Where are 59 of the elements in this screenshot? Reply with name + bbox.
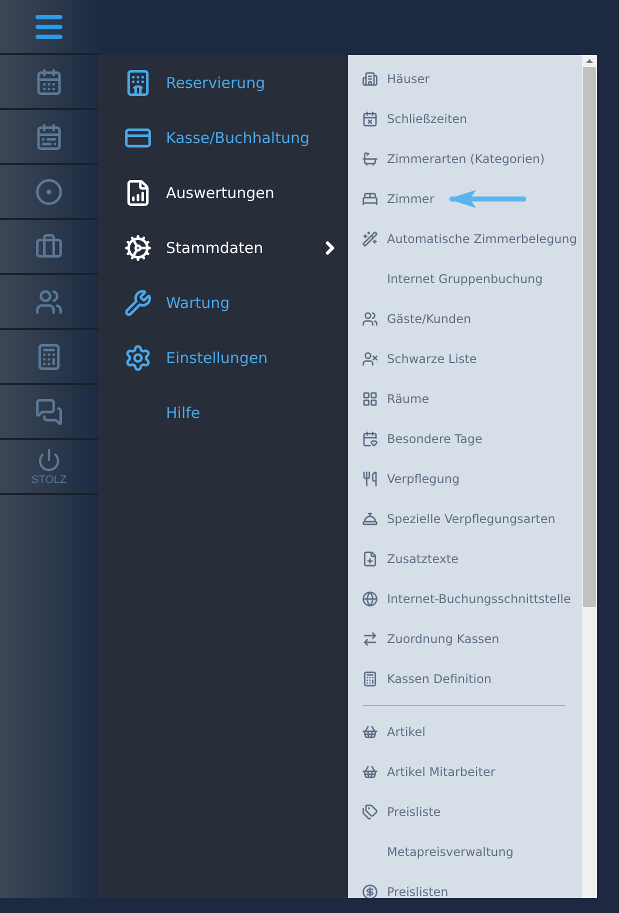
users-icon	[35, 288, 63, 316]
file-plus-icon	[362, 551, 378, 567]
submenu-item[interactable]: Internet Gruppenbuchung	[348, 259, 582, 299]
submenu-item[interactable]: Preislisten	[348, 872, 582, 898]
utensils-icon	[362, 471, 378, 487]
submenu-item[interactable]: Häuser	[348, 59, 582, 99]
submenu-item[interactable]: Artikel Mitarbeiter	[348, 752, 582, 792]
ring-icon	[35, 178, 63, 206]
money-icon	[362, 884, 378, 898]
basket-icon	[362, 724, 378, 740]
submenu-item[interactable]: Zimmerarten (Kategorien)	[348, 139, 582, 179]
submenu-item[interactable]: Artikel	[348, 712, 582, 752]
chat-icon	[35, 398, 63, 426]
wrench-icon	[124, 288, 152, 316]
user-icon	[362, 351, 378, 367]
submenu-item[interactable]: Zimmer	[348, 179, 582, 219]
user-label: STOLZ	[31, 474, 67, 486]
arrow-icon	[448, 190, 526, 208]
submenu-item[interactable]: Gäste/Kunden	[348, 299, 582, 339]
tag-icon	[362, 804, 378, 820]
menu-item[interactable]: Auswertungen	[98, 165, 348, 220]
gear-icon	[124, 234, 152, 262]
submenu-item[interactable]: Zuordnung Kassen	[348, 619, 582, 659]
submenu-item[interactable]: Spezielle Verpflegungsarten	[348, 499, 582, 539]
submenu-item[interactable]: Preisliste	[348, 792, 582, 832]
magic-wand-icon	[362, 231, 378, 247]
bathtub-icon	[362, 151, 378, 167]
submenu-item[interactable]: Automatische Zimmerbelegung	[348, 219, 582, 259]
building-icon	[362, 71, 378, 87]
submenu-item[interactable]: Internet-Buchungsschnittstelle	[348, 579, 582, 619]
bed-icon	[362, 191, 378, 207]
users-icon	[362, 311, 378, 327]
calendar-icon	[35, 122, 63, 150]
basket-icon	[362, 764, 378, 780]
menu-item[interactable]: Wartung	[98, 275, 348, 330]
calendar-icon	[35, 68, 63, 96]
submenu-item[interactable]: Kassen Definition	[348, 659, 582, 699]
menu-item[interactable]: Kasse/Buchhaltung	[98, 110, 348, 165]
scrollbar[interactable]	[582, 55, 597, 898]
arrows-icon	[362, 631, 378, 647]
suitcase-icon	[35, 232, 63, 260]
calendar-icon	[362, 111, 378, 127]
submenu-item[interactable]: Schwarze Liste	[348, 339, 582, 379]
menu-item[interactable]: Stammdaten	[98, 220, 348, 275]
submenu-item[interactable]: Metapreisverwaltung	[348, 832, 582, 872]
menu-item[interactable]: Einstellungen	[98, 330, 348, 385]
submenu-item[interactable]: Besondere Tage	[348, 419, 582, 459]
submenu-item[interactable]: Zusatztexte	[348, 539, 582, 579]
menu-item[interactable]: Hilfe	[98, 385, 348, 440]
power-icon	[37, 448, 61, 472]
settings-icon	[124, 344, 152, 372]
globe-icon	[362, 591, 378, 607]
cloche-icon	[362, 511, 378, 527]
submenu-item[interactable]: Räume	[348, 379, 582, 419]
submenu-item[interactable]: Verpflegung	[348, 459, 582, 499]
menu-item[interactable]: Reservierung	[98, 55, 348, 110]
calendar-heart-icon	[362, 431, 378, 447]
grid-icon	[362, 391, 378, 407]
submenu-item[interactable]: Schließzeiten	[348, 99, 582, 139]
